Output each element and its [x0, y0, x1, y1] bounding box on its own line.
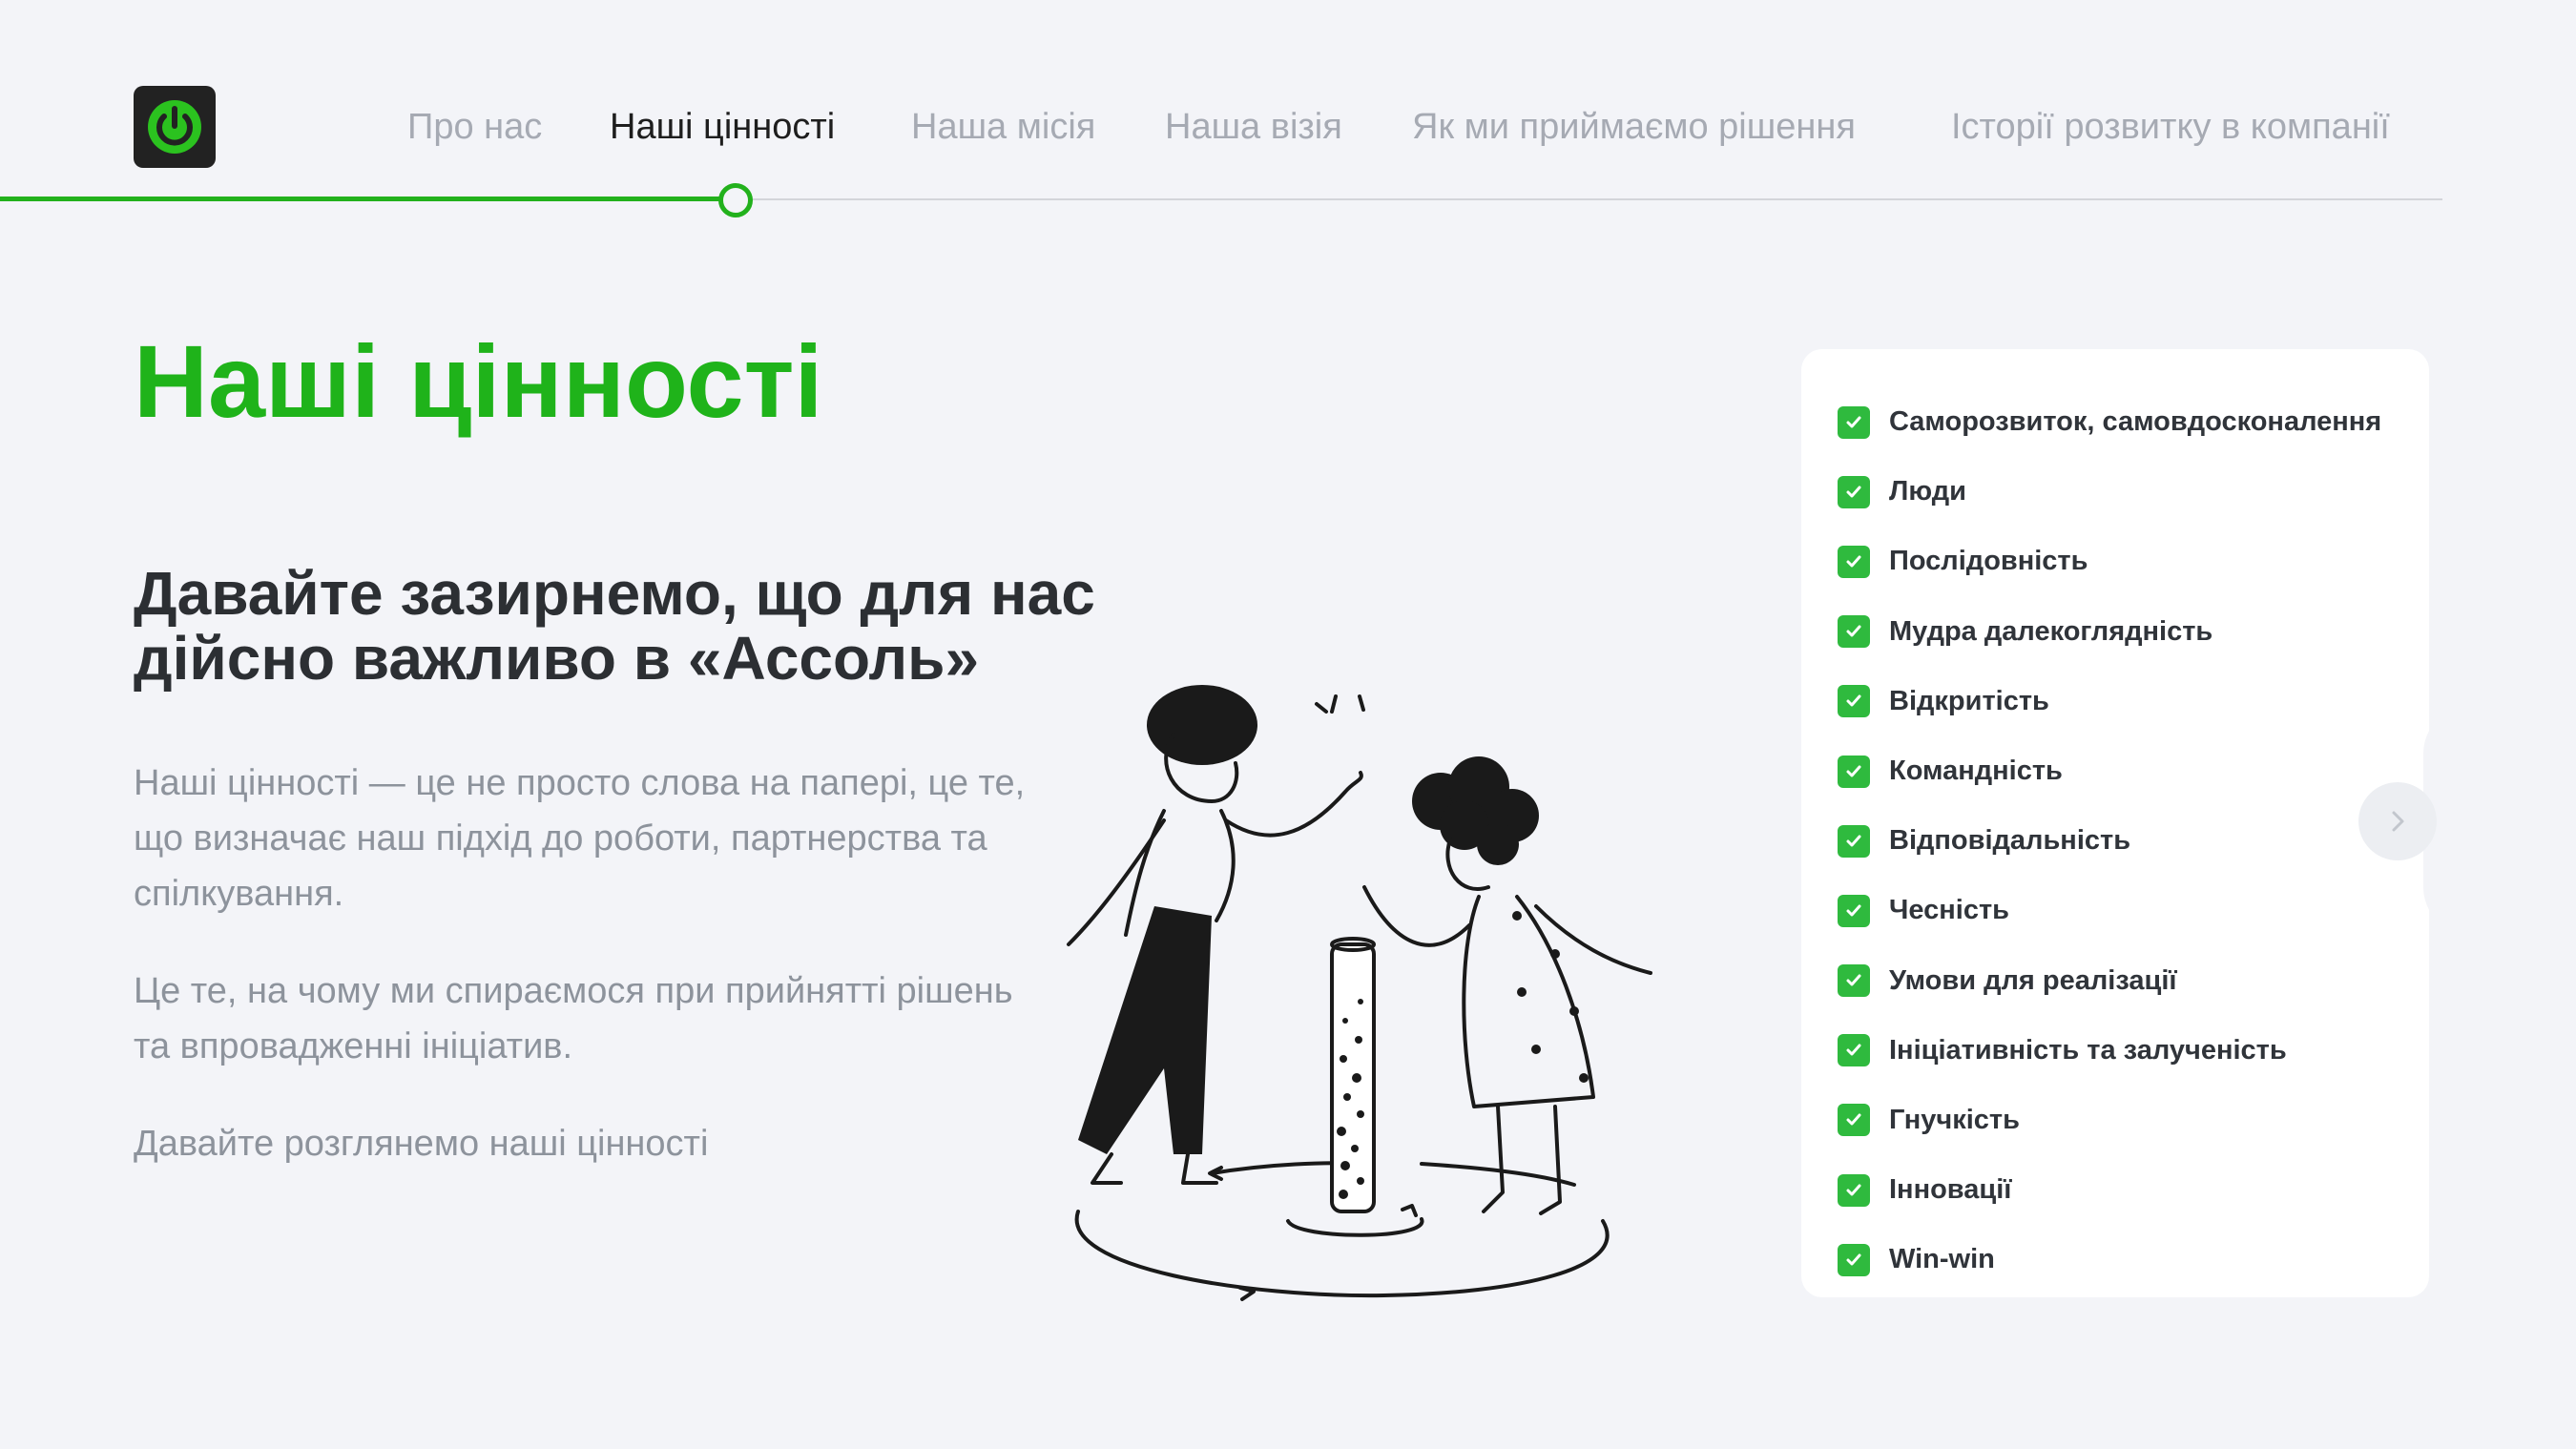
top-navigation: Про нас Наші цінності Наша місія Наша ві…: [0, 103, 2576, 151]
intro-paragraph: Наші цінності — це не просто слова на па…: [134, 763, 1026, 914]
value-item: Відкритість: [1838, 667, 2381, 736]
value-item: Ініціативність та залученість: [1838, 1016, 2381, 1086]
value-item: Умови для реалізації: [1838, 946, 2381, 1016]
nav-item-about[interactable]: Про нас: [407, 103, 542, 151]
page-title: Наші цінності: [134, 323, 823, 439]
value-label: Послідовність: [1889, 546, 2088, 577]
value-label: Гнучкість: [1889, 1104, 2020, 1135]
checkmark-icon: [1838, 824, 1870, 858]
checkmark-icon: [1838, 1034, 1870, 1067]
checkmark-icon: [1838, 1173, 1870, 1207]
checkmark-icon: [1838, 1104, 1870, 1137]
checkmark-icon: [1838, 964, 1870, 998]
value-item: Інновації: [1838, 1155, 2381, 1225]
value-label: Командність: [1889, 756, 2063, 787]
value-label: Умови для реалізації: [1889, 964, 2177, 996]
progress-fill: [0, 197, 723, 201]
nav-item-mission[interactable]: Наша місія: [911, 103, 1095, 151]
value-label: Відкритість: [1889, 685, 2049, 716]
value-label: Чесність: [1889, 895, 2009, 926]
value-label: Відповідальність: [1889, 825, 2131, 857]
value-item: Чесність: [1838, 876, 2381, 945]
value-item: Люди: [1838, 457, 2381, 527]
checkmark-icon: [1838, 475, 1870, 508]
people-illustration: [1067, 685, 1652, 1301]
value-item: Win-win: [1838, 1225, 2381, 1294]
value-item: Мудра далекоглядність: [1838, 597, 2381, 667]
value-label: Win-win: [1889, 1244, 1995, 1275]
checkmark-icon: [1838, 755, 1870, 788]
value-label: Саморозвиток, самовдосконалення: [1889, 406, 2382, 438]
value-label: Інновації: [1889, 1174, 2012, 1206]
checkmark-icon: [1838, 894, 1870, 927]
value-label: Люди: [1889, 476, 1966, 507]
chevron-right-icon: [2392, 811, 2404, 832]
checkmark-icon: [1838, 545, 1870, 578]
progress-indicator: [718, 183, 753, 217]
cta-paragraph: Давайте розглянемо наші цінності: [134, 1124, 709, 1164]
checkmark-icon: [1838, 685, 1870, 718]
checkmark-icon: [1838, 1243, 1870, 1276]
progress-track: [737, 198, 2442, 200]
decision-paragraph: Це те, на чому ми спираємося при прийнят…: [134, 971, 1013, 1066]
next-button[interactable]: [2358, 782, 2437, 860]
checkmark-icon: [1838, 615, 1870, 649]
value-item: Послідовність: [1838, 527, 2381, 596]
value-item: Саморозвиток, самовдосконалення: [1838, 387, 2381, 457]
nav-item-growth-stories[interactable]: Історії розвитку в компанії: [1951, 103, 2390, 151]
checkmark-icon: [1838, 405, 1870, 439]
nav-item-vision[interactable]: Наша візія: [1165, 103, 1342, 151]
value-item: Відповідальність: [1838, 806, 2381, 876]
value-label: Мудра далекоглядність: [1889, 615, 2213, 647]
values-list: Саморозвиток, самовдосконалення Люди Послі…: [1838, 387, 2381, 1294]
nav-item-values[interactable]: Наші цінності: [610, 103, 835, 151]
value-item: Гнучкість: [1838, 1086, 2381, 1155]
nav-item-decisions[interactable]: Як ми приймаємо рішення: [1412, 103, 1856, 151]
value-label: Ініціативність та залученість: [1889, 1034, 2287, 1066]
value-item: Командність: [1838, 736, 2381, 806]
values-card: Саморозвиток, самовдосконалення Люди Послі…: [1801, 349, 2429, 1297]
